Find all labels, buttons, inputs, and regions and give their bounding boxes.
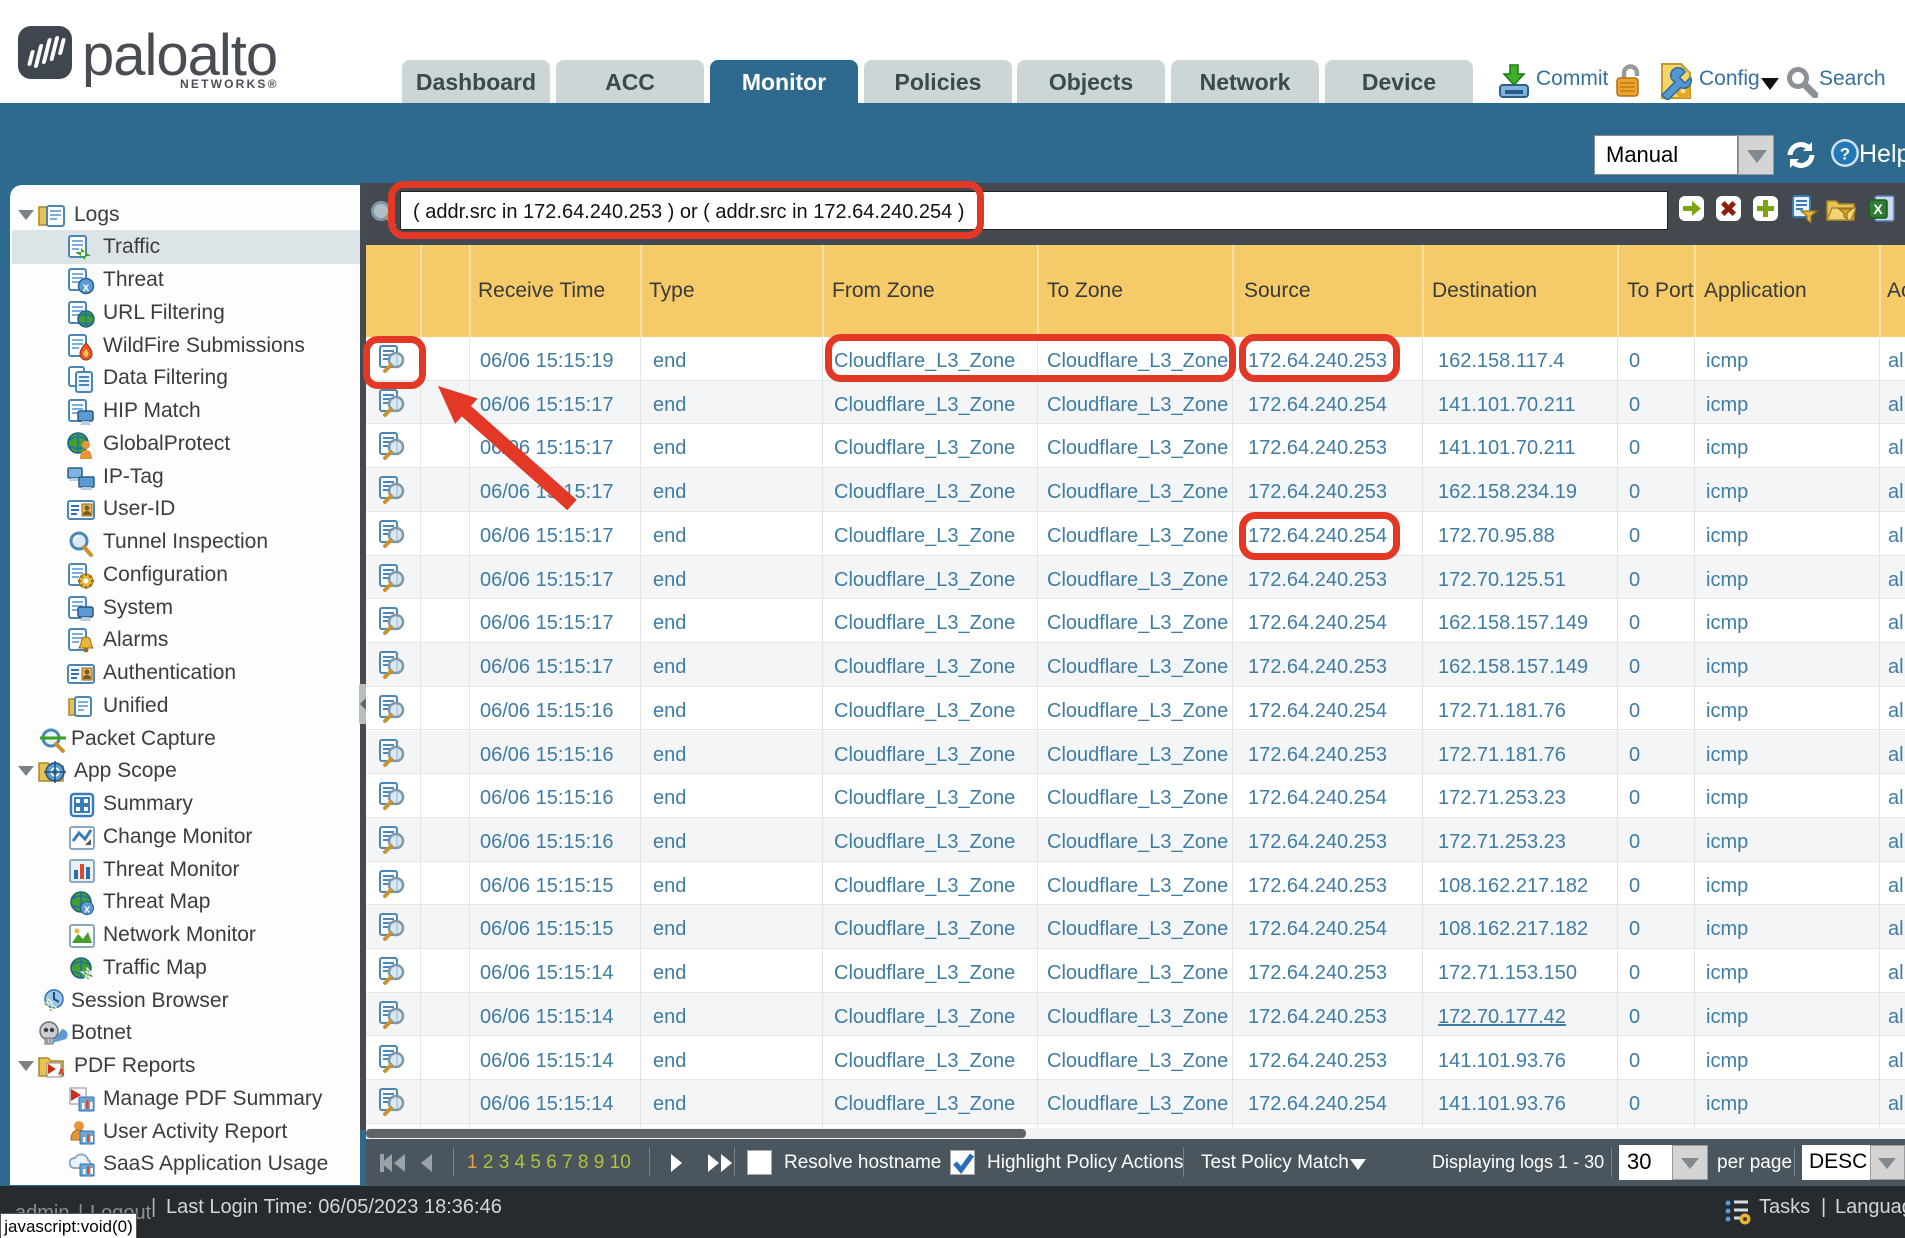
svg-text:?: ? xyxy=(1840,145,1850,164)
svg-text:X: X xyxy=(1873,201,1883,217)
svg-text:x: x xyxy=(83,280,90,294)
svg-text:A: A xyxy=(58,1067,65,1077)
svg-text:x: x xyxy=(84,904,91,916)
